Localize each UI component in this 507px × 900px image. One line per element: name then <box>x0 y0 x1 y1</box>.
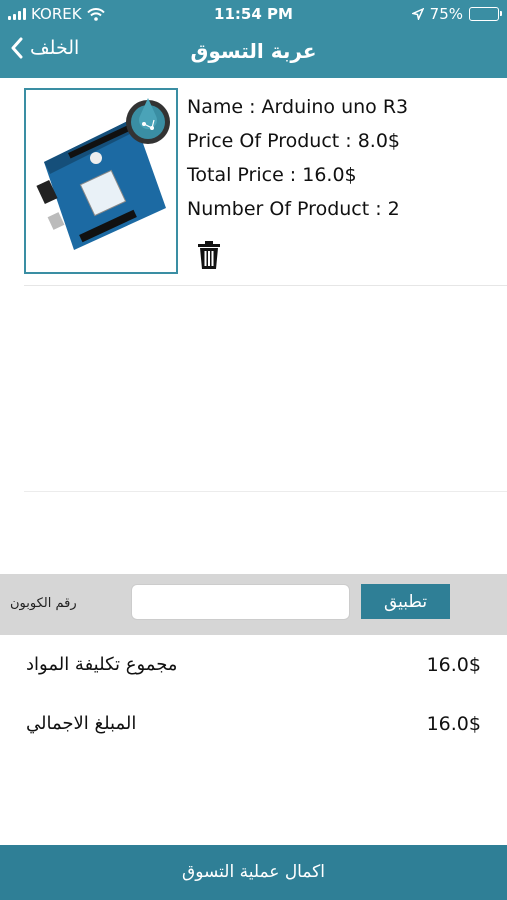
checkout-button[interactable]: اكمال عملية التسوق <box>0 845 507 900</box>
coupon-input[interactable] <box>131 584 350 620</box>
page-title: عربة التسوق <box>190 39 317 63</box>
header: KOREK 11:54 PM 75% الخلف عربة التسوق <box>0 0 507 78</box>
product-name: Name : Arduino uno R3 <box>187 96 409 118</box>
battery-percent: 75% <box>429 5 463 23</box>
navigation-bar: الخلف عربة التسوق <box>0 30 507 74</box>
materials-total-row: مجموع تكليفة المواد 16.0$ <box>0 646 507 686</box>
materials-total-label: مجموع تكليفة المواد <box>26 654 178 675</box>
product-image <box>24 88 178 274</box>
product-quantity: Number Of Product : 2 <box>187 198 400 220</box>
apply-coupon-button[interactable]: تطبيق <box>361 584 450 619</box>
product-total-price: Total Price : 16.0$ <box>187 164 357 186</box>
grand-total-value: 16.0$ <box>426 713 481 735</box>
materials-total-value: 16.0$ <box>426 654 481 676</box>
product-price: Price Of Product : 8.0$ <box>187 130 400 152</box>
status-bar: KOREK 11:54 PM 75% <box>0 0 507 28</box>
coupon-bar: رقم الكوبون تطبيق <box>0 574 507 635</box>
list-divider <box>24 491 507 492</box>
grand-total-row: المبلغ الاجمالي 16.0$ <box>0 705 507 745</box>
grand-total-label: المبلغ الاجمالي <box>26 713 137 734</box>
location-arrow-icon <box>411 8 424 20</box>
product-info: Name : Arduino uno R3 Price Of Product :… <box>187 90 408 226</box>
coupon-label: رقم الكوبون <box>10 596 77 611</box>
battery-icon <box>469 7 502 21</box>
trash-icon[interactable] <box>196 240 222 270</box>
cart-item: Name : Arduino uno R3 Price Of Product :… <box>24 88 507 286</box>
